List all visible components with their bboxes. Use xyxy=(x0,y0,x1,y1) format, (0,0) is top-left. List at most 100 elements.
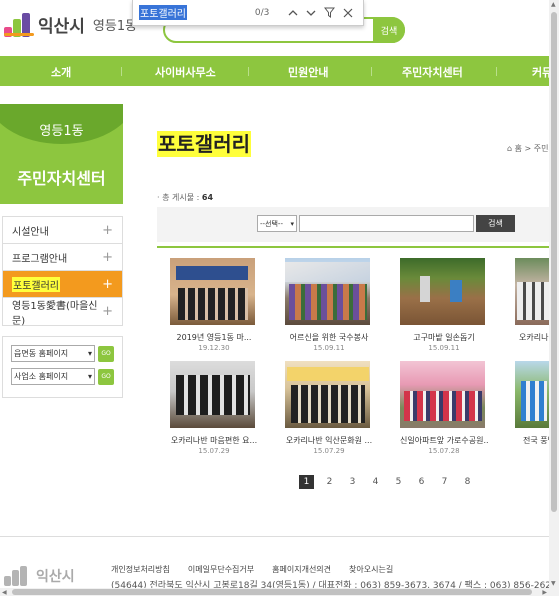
sidebar-item-photo-gallery[interactable]: 포토갤러리 + xyxy=(3,271,122,298)
office-sites-select[interactable]: 사업소 홈페이지 ▾ xyxy=(11,368,95,385)
gallery-thumbnail[interactable] xyxy=(285,361,370,428)
page-link[interactable]: 8 xyxy=(460,475,475,489)
nav-divider xyxy=(496,67,497,76)
gallery-title[interactable]: 신일아파트앞 가로수공원... xyxy=(400,435,488,446)
sidebar-item-label: 시설안내 xyxy=(12,226,49,238)
page-link[interactable]: 3 xyxy=(345,475,360,489)
gallery-title[interactable]: 2019년 영등1동 마... xyxy=(170,332,258,343)
gallery-thumbnail[interactable] xyxy=(170,258,255,325)
gallery-thumbnail[interactable] xyxy=(515,258,549,325)
footer-divider xyxy=(0,536,549,537)
footer-link-privacy[interactable]: 개인정보처리방침 xyxy=(111,564,170,575)
horizontal-scrollbar[interactable]: ◀ ▶ xyxy=(0,588,549,596)
footer-links: 개인정보처리방침 이메일무단수집거부 홈페이지개선의견 찾아오시는길 xyxy=(111,564,411,575)
home-icon[interactable]: ⌂ xyxy=(507,144,512,153)
gallery-item[interactable]: 고구마밭 일손돕기 15.09.11 xyxy=(400,258,488,352)
go-button[interactable]: GO xyxy=(98,345,114,362)
sidebar-dong-name: 영등1동 xyxy=(39,124,84,139)
site-logo[interactable]: 익산시 영등1동 xyxy=(4,12,137,37)
gallery-item[interactable]: 오카리나반 마음편한 요... 15.07.29 xyxy=(170,361,258,455)
board-search-input[interactable] xyxy=(299,215,474,232)
gallery-item[interactable]: 2019년 영등1동 마... 19.12.30 xyxy=(170,258,258,352)
vertical-scroll-thumb[interactable] xyxy=(551,12,557,512)
town-sites-select[interactable]: 읍면동 홈페이지 ▾ xyxy=(11,345,95,362)
gallery-date: 15.07.29 xyxy=(198,447,230,455)
select-value: 사업소 홈페이지 xyxy=(14,372,69,381)
footer-city-name: 익산시 xyxy=(36,569,75,585)
gallery-date: 15.07.29 xyxy=(313,447,345,455)
content-divider xyxy=(157,246,549,248)
search-field-select[interactable]: --선택-- ▾ xyxy=(257,215,297,232)
page-link[interactable]: 1 xyxy=(299,475,314,489)
gallery-thumbnail[interactable] xyxy=(400,258,485,325)
select-value: 읍면동 홈페이지 xyxy=(14,349,69,358)
nav-item-cyber-office[interactable]: 사이버사무소 xyxy=(155,64,216,80)
sidebar-item-label: 프로그램안내 xyxy=(12,253,68,265)
sidebar-item-facilities[interactable]: 시설안내 + xyxy=(3,217,122,244)
find-match-count: 0/3 xyxy=(254,7,270,18)
scroll-up-icon[interactable]: ▲ xyxy=(551,1,556,8)
nav-item-civil[interactable]: 민원안내 xyxy=(288,64,328,80)
main-nav: 소개 사이버사무소 민원안내 주민자치센터 커뮤 xyxy=(0,56,559,86)
footer-link-feedback[interactable]: 홈페이지개선의견 xyxy=(272,564,331,575)
scroll-down-icon[interactable]: ▼ xyxy=(551,580,556,587)
page-link[interactable]: 2 xyxy=(322,475,337,489)
pagination: 1 2 3 4 5 6 7 8 xyxy=(299,475,483,489)
page-link[interactable]: 4 xyxy=(368,475,383,489)
chevron-up-icon[interactable] xyxy=(283,3,301,23)
gallery-item[interactable]: 오카리나반 익산문화원 ... 15.07.29 xyxy=(285,361,373,455)
related-sites: 읍면동 홈페이지 ▾ GO 사업소 홈페이지 ▾ GO xyxy=(2,336,123,398)
go-button[interactable]: GO xyxy=(98,368,114,385)
gallery-title[interactable]: 오카리나 xyxy=(515,332,549,343)
board-search-button[interactable]: 검색 xyxy=(476,215,515,232)
nav-divider xyxy=(371,67,372,76)
sidebar-item-newsletter[interactable]: 영등1동愛書(마을신문) + xyxy=(3,298,122,327)
gallery-thumbnail[interactable] xyxy=(170,361,255,428)
gallery-thumbnail[interactable] xyxy=(515,361,549,428)
gallery-thumbnail[interactable] xyxy=(400,361,485,428)
gallery-thumbnail[interactable] xyxy=(285,258,370,325)
gallery-title[interactable]: 오카리나반 마음편한 요... xyxy=(170,435,258,446)
nav-item-intro[interactable]: 소개 xyxy=(51,64,71,80)
gallery-date: 15.09.11 xyxy=(313,344,345,352)
gallery-date: 15.07.28 xyxy=(428,447,460,455)
total-label: 총 게시물 : xyxy=(162,193,200,202)
sidebar-title: 주민자치센터 xyxy=(17,169,106,188)
horizontal-scroll-thumb[interactable] xyxy=(12,589,532,595)
plus-icon: + xyxy=(102,304,113,319)
close-icon[interactable] xyxy=(339,3,357,23)
gallery-item[interactable]: 어르신을 위한 국수봉사 15.09.11 xyxy=(285,258,373,352)
site-search-button[interactable]: 검색 xyxy=(373,17,405,43)
footer-link-email-refusal[interactable]: 이메일무단수집거부 xyxy=(188,564,254,575)
gallery-item[interactable]: 오카리나 xyxy=(515,258,549,344)
chevron-down-icon: ▾ xyxy=(290,219,294,228)
gallery-title[interactable]: 고구마밭 일손돕기 xyxy=(400,332,488,343)
nav-item-community-center[interactable]: 주민자치센터 xyxy=(402,64,463,80)
sidebar-item-programs[interactable]: 프로그램안내 + xyxy=(3,244,122,271)
filter-icon[interactable] xyxy=(320,3,338,23)
gallery-item[interactable]: 신일아파트앞 가로수공원... 15.07.28 xyxy=(400,361,488,455)
page-link[interactable]: 6 xyxy=(414,475,429,489)
footer-link-directions[interactable]: 찾아오시는길 xyxy=(349,564,393,575)
iksan-logo-icon xyxy=(4,566,32,586)
sidebar-item-label: 영등1동愛書(마을신문) xyxy=(12,300,98,327)
scroll-right-icon[interactable]: ▶ xyxy=(542,589,547,596)
find-query: 포토갤러리 xyxy=(139,5,187,20)
find-input[interactable]: 포토갤러리 xyxy=(139,4,249,22)
page-link[interactable]: 7 xyxy=(437,475,452,489)
scroll-left-icon[interactable]: ◀ xyxy=(2,589,7,596)
gallery-title[interactable]: 오카리나반 익산문화원 ... xyxy=(285,435,373,446)
gallery-item[interactable]: 전국 풍남 xyxy=(515,361,549,447)
site-row: 읍면동 홈페이지 ▾ GO xyxy=(11,345,122,362)
iksan-logo-icon xyxy=(4,12,34,37)
page-link[interactable]: 5 xyxy=(391,475,406,489)
gallery-title[interactable]: 어르신을 위한 국수봉사 xyxy=(285,332,373,343)
gallery-title[interactable]: 전국 풍남 xyxy=(515,435,549,446)
plus-icon: + xyxy=(102,222,113,238)
vertical-scrollbar[interactable]: ▲ ▼ xyxy=(549,0,559,596)
nav-divider xyxy=(121,67,122,76)
chevron-down-icon[interactable] xyxy=(302,3,320,23)
nav-divider xyxy=(248,67,249,76)
board-search: --선택-- ▾ 검색 xyxy=(157,207,549,242)
gallery-date: 19.12.30 xyxy=(198,344,230,352)
